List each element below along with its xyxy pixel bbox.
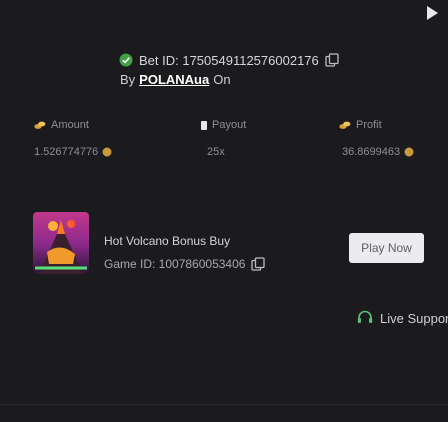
bet-owner-row: By POLANAua On xyxy=(120,72,231,87)
play-icon[interactable] xyxy=(426,6,438,20)
live-support-icon xyxy=(357,310,373,323)
username-link[interactable]: POLANAua xyxy=(139,72,209,87)
payout-value-row: 25x xyxy=(207,146,225,158)
play-now-button[interactable]: Play Now xyxy=(349,233,424,263)
currency-icon xyxy=(404,147,414,157)
amount-header: Amount xyxy=(34,119,89,131)
profit-icon xyxy=(339,121,351,129)
payout-value: 25x xyxy=(207,146,225,158)
game-thumbnail[interactable] xyxy=(33,212,89,274)
by-label: By xyxy=(120,72,136,87)
bet-id-row: Bet ID: 1750549112576002176 xyxy=(119,52,339,68)
profit-value-row: 36.8699463 xyxy=(342,146,414,158)
payout-label: Payout xyxy=(212,119,247,131)
game-id-text: Game ID: 1007860053406 xyxy=(104,257,246,271)
multiplier-icon xyxy=(201,120,207,130)
profit-header: Profit xyxy=(339,119,382,131)
profit-label: Profit xyxy=(356,119,382,131)
live-support-link[interactable]: Live Support xyxy=(356,309,448,327)
footer-divider xyxy=(0,404,448,405)
game-name[interactable]: Hot Volcano Bonus Buy xyxy=(104,234,230,248)
copy-icon[interactable] xyxy=(325,53,339,67)
coins-icon xyxy=(34,121,46,129)
game-id-row: Game ID: 1007860053406 xyxy=(104,257,266,271)
on-label: On xyxy=(213,72,231,87)
bet-stats: Amount Payout Profit 1.526774776 25x 36.… xyxy=(0,100,448,170)
profit-value: 36.8699463 xyxy=(342,146,401,158)
amount-value-row: 1.526774776 xyxy=(34,146,112,158)
live-support-label: Live Support xyxy=(380,310,448,326)
copy-icon[interactable] xyxy=(251,257,266,271)
bet-id-text: Bet ID: 1750549112576002176 xyxy=(139,52,319,68)
amount-label: Amount xyxy=(51,119,89,131)
shield-check-icon xyxy=(119,53,133,67)
amount-value: 1.526774776 xyxy=(34,146,99,158)
currency-icon xyxy=(102,147,112,157)
payout-header: Payout xyxy=(201,119,246,131)
